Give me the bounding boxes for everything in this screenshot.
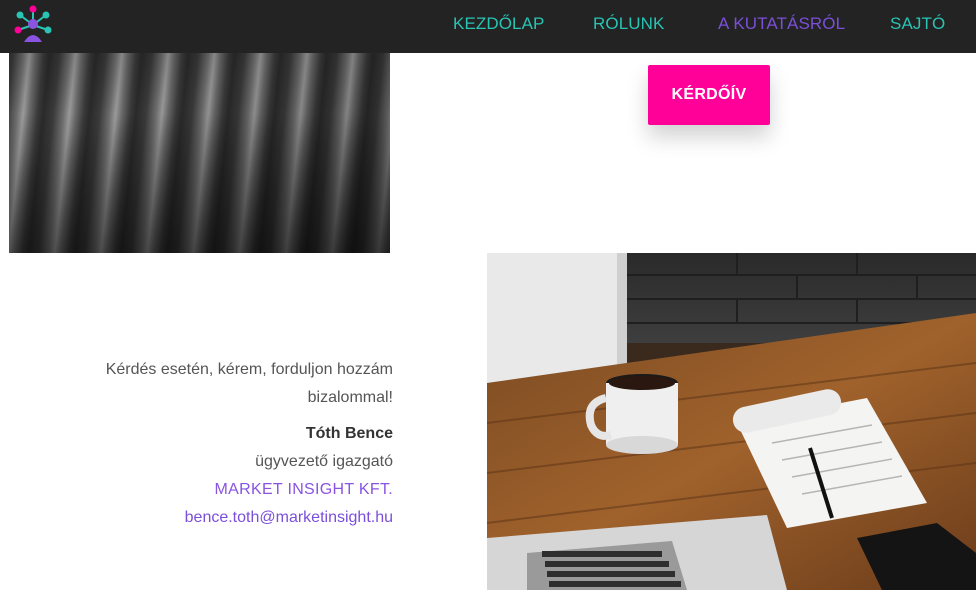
network-people-logo-icon[interactable]	[12, 4, 54, 46]
top-navbar: KEZDŐLAP RÓLUNK A KUTATÁSRÓL SAJTÓ	[0, 0, 976, 53]
nav-item-press[interactable]: SAJTÓ	[890, 14, 945, 34]
contact-company: MARKET INSIGHT KFT.	[214, 481, 393, 498]
desk-scene-illustration	[487, 253, 976, 590]
nav-item-home[interactable]: KEZDŐLAP	[453, 14, 545, 34]
contact-intro: Kérdés esetén, kérem, forduljon hozzám b…	[105, 361, 393, 406]
nav-item-research[interactable]: A KUTATÁSRÓL	[718, 14, 845, 34]
contact-name: Tóth Bence	[305, 425, 393, 442]
desk-coffee-laptop-photo	[487, 253, 976, 590]
contact-email-link[interactable]: bence.toth@marketinsight.hu	[185, 504, 393, 532]
nav-item-about[interactable]: RÓLUNK	[593, 14, 664, 34]
contact-block: Kérdés esetén, kérem, forduljon hozzám b…	[60, 356, 393, 532]
questionnaire-button[interactable]: KÉRDŐÍV	[648, 65, 770, 125]
contact-role: ügyvezető igazgató	[255, 453, 393, 470]
